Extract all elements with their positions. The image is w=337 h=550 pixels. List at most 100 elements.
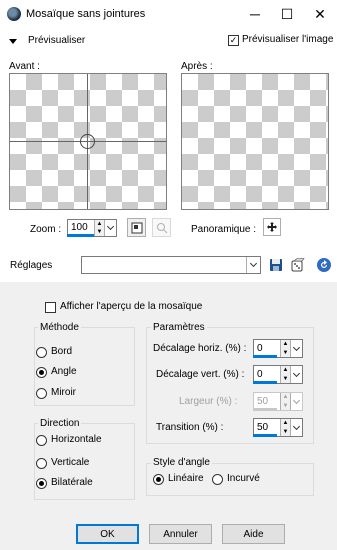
- previsualiser-label: Prévisualiser: [28, 35, 86, 46]
- style-angle-option-incurve[interactable]: Incurvé: [212, 473, 260, 485]
- floppy-disk-icon: [269, 258, 282, 271]
- style-angle-legend: Style d'angle: [151, 457, 212, 469]
- style-angle-option-label: Linéaire: [168, 473, 204, 484]
- direction-option-label: Horizontale: [51, 434, 102, 445]
- show-mosaic-label: Afficher l'aperçu de la mosaïque: [60, 301, 203, 312]
- largeur-slider: [253, 408, 277, 411]
- chevron-down-icon: [292, 369, 301, 377]
- random-preset-button[interactable]: [289, 256, 306, 273]
- spin-down-icon: ▼: [282, 428, 289, 435]
- radio-selected-icon: [36, 477, 47, 489]
- chevron-down-icon: [292, 422, 301, 430]
- methode-option-label: Angle: [51, 366, 77, 377]
- methode-option-angle[interactable]: Angle: [36, 366, 77, 378]
- preview-image-checkbox[interactable]: ✓ Prévisualiser l'image: [228, 34, 333, 46]
- ok-button[interactable]: OK: [76, 524, 139, 544]
- decalage-vert-dropdown[interactable]: [290, 366, 302, 383]
- save-preset-button[interactable]: [267, 256, 284, 273]
- spin-down-icon: ▼: [282, 375, 289, 382]
- before-preview-pane[interactable]: [9, 73, 167, 210]
- methode-option-label: Miroir: [51, 387, 76, 398]
- radio-icon: [36, 457, 47, 469]
- after-preview-pane: [181, 73, 329, 210]
- dice-icon: [291, 257, 305, 271]
- style-angle-option-lineaire[interactable]: Linéaire: [153, 473, 204, 485]
- zoom-slider-bar[interactable]: [67, 234, 94, 237]
- close-button[interactable]: ✕: [303, 0, 337, 28]
- spin-up-icon: ▲: [282, 367, 289, 374]
- transition-spinner[interactable]: ▲ ▼: [280, 419, 290, 436]
- transition-slider[interactable]: [253, 434, 277, 437]
- spin-up-icon: ▲: [96, 221, 103, 227]
- show-mosaic-check-icon: [45, 301, 56, 313]
- direction-option-horizontale[interactable]: Horizontale: [36, 434, 102, 446]
- decalage-horiz-spinner[interactable]: ▲ ▼: [280, 340, 290, 357]
- cancel-button[interactable]: Annuler: [149, 524, 212, 544]
- zoom-fit-button[interactable]: [127, 218, 146, 237]
- style-angle-option-label: Incurvé: [227, 473, 260, 484]
- reglages-value: [82, 257, 246, 273]
- parametres-legend: Paramètres: [151, 322, 207, 334]
- spin-up-icon: ▲: [282, 341, 289, 348]
- decalage-horiz-dropdown[interactable]: [290, 340, 302, 357]
- app-icon: [7, 7, 21, 21]
- chevron-down-icon: [106, 222, 115, 231]
- radio-icon: [36, 346, 47, 358]
- panoramique-label: Panoramique :: [191, 224, 257, 235]
- title-bar: Mosaïque sans jointures ─ ☐ ✕: [0, 0, 337, 30]
- spin-down-icon: ▼: [282, 402, 289, 409]
- pan-move-icon: [267, 222, 277, 232]
- direction-option-bilaterale[interactable]: Bilatérale: [36, 477, 93, 489]
- collapse-triangle-icon: [9, 38, 17, 44]
- radio-icon: [212, 473, 223, 485]
- chevron-down-icon: [249, 259, 258, 268]
- transition-dropdown[interactable]: [290, 419, 302, 436]
- direction-option-verticale[interactable]: Verticale: [36, 457, 89, 469]
- reglages-dropdown[interactable]: [81, 256, 261, 274]
- methode-legend: Méthode: [38, 322, 81, 334]
- decalage-vert-spinner[interactable]: ▲ ▼: [280, 366, 290, 383]
- show-mosaic-checkbox[interactable]: Afficher l'aperçu de la mosaïque: [45, 301, 202, 313]
- preview-image-check-icon: ✓: [228, 34, 239, 46]
- reset-preset-button[interactable]: [316, 256, 337, 273]
- spin-up-icon: ▲: [282, 394, 289, 401]
- radio-selected-icon: [153, 473, 164, 485]
- maximize-icon: ☐: [280, 5, 294, 22]
- close-icon: ✕: [314, 5, 326, 22]
- window-title: Mosaïque sans jointures: [26, 8, 146, 20]
- methode-option-miroir[interactable]: Miroir: [36, 387, 76, 399]
- largeur-dropdown: [290, 393, 302, 410]
- direction-legend: Direction: [38, 418, 82, 430]
- methode-option-bord[interactable]: Bord: [36, 346, 72, 358]
- largeur-spinner: ▲ ▼: [280, 393, 290, 410]
- maximize-button[interactable]: ☐: [270, 0, 304, 28]
- zoom-reset-button[interactable]: [152, 218, 171, 237]
- previsualiser-toggle[interactable]: Prévisualiser: [9, 35, 85, 47]
- zoom-reset-icon: [156, 222, 167, 233]
- chevron-down-icon: [292, 343, 301, 351]
- zoom-fit-icon: [131, 222, 142, 233]
- decalage-vert-slider[interactable]: [253, 381, 277, 384]
- radio-selected-icon: [36, 366, 47, 378]
- reset-arrow-icon: [317, 257, 331, 272]
- zoom-spinner[interactable]: ▲ ▼: [94, 220, 104, 236]
- radio-icon: [36, 434, 47, 446]
- crosshair-circle-icon: [80, 134, 95, 149]
- reglages-dropdown-arrow[interactable]: [246, 257, 260, 273]
- before-label: Avant :: [9, 61, 40, 72]
- methode-option-label: Bord: [51, 346, 73, 357]
- decalage-horiz-slider[interactable]: [253, 355, 277, 358]
- help-button[interactable]: Aide: [222, 524, 285, 544]
- minimize-icon: ─: [250, 6, 260, 22]
- transition-label: Transition (%) :: [156, 422, 224, 433]
- pan-button[interactable]: [263, 218, 281, 236]
- reglages-label: Réglages: [10, 260, 53, 271]
- zoom-label: Zoom :: [30, 224, 62, 235]
- direction-option-label: Verticale: [51, 457, 90, 468]
- largeur-label: Largeur (%) :: [179, 396, 238, 407]
- zoom-dropdown[interactable]: [104, 220, 116, 236]
- minimize-button[interactable]: ─: [238, 0, 272, 28]
- spin-down-icon: ▼: [282, 349, 289, 356]
- direction-option-label: Bilatérale: [51, 477, 93, 488]
- decalage-vert-label: Décalage vert. (%) :: [156, 369, 245, 380]
